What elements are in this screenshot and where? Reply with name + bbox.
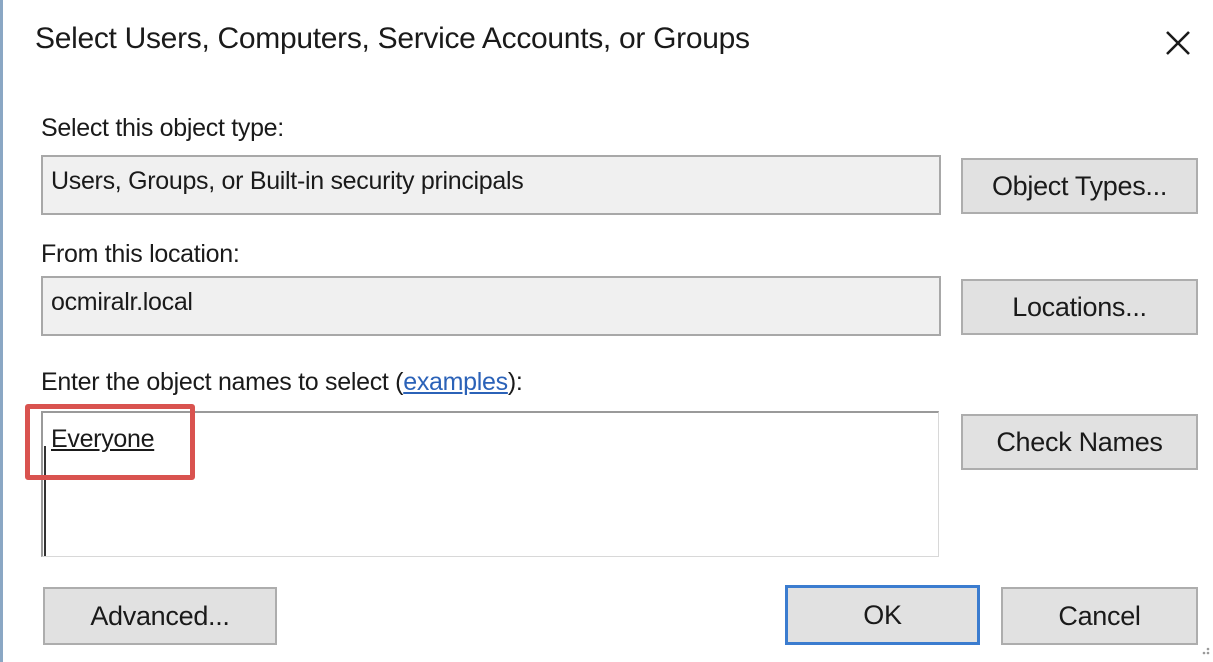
- location-field: ocmiralr.local: [41, 276, 941, 336]
- object-names-label-suffix: ):: [507, 368, 523, 396]
- check-names-button[interactable]: Check Names: [961, 414, 1198, 470]
- resize-grip-icon[interactable]: [1195, 640, 1211, 656]
- locations-button[interactable]: Locations...: [961, 279, 1198, 335]
- dialog-title: Select Users, Computers, Service Account…: [35, 22, 750, 55]
- close-button[interactable]: [1153, 18, 1203, 68]
- advanced-button[interactable]: Advanced...: [43, 587, 277, 645]
- object-types-button[interactable]: Object Types...: [961, 158, 1198, 214]
- object-names-label: Enter the object names to select (exampl…: [41, 368, 523, 397]
- object-names-value: Everyone: [51, 425, 155, 453]
- text-cursor: [44, 446, 46, 556]
- object-type-field: Users, Groups, or Built-in security prin…: [41, 155, 941, 215]
- location-label: From this location:: [41, 240, 240, 268]
- object-names-input[interactable]: Everyone: [41, 411, 939, 557]
- select-users-dialog: Select Users, Computers, Service Account…: [0, 0, 1213, 662]
- close-icon: [1166, 31, 1190, 55]
- cancel-button[interactable]: Cancel: [1001, 587, 1198, 645]
- object-names-label-prefix: Enter the object names to select (: [41, 368, 404, 396]
- examples-link[interactable]: examples: [403, 368, 508, 396]
- ok-button[interactable]: OK: [785, 585, 980, 645]
- title-bar: Select Users, Computers, Service Account…: [3, 0, 1213, 86]
- object-type-label: Select this object type:: [41, 114, 284, 142]
